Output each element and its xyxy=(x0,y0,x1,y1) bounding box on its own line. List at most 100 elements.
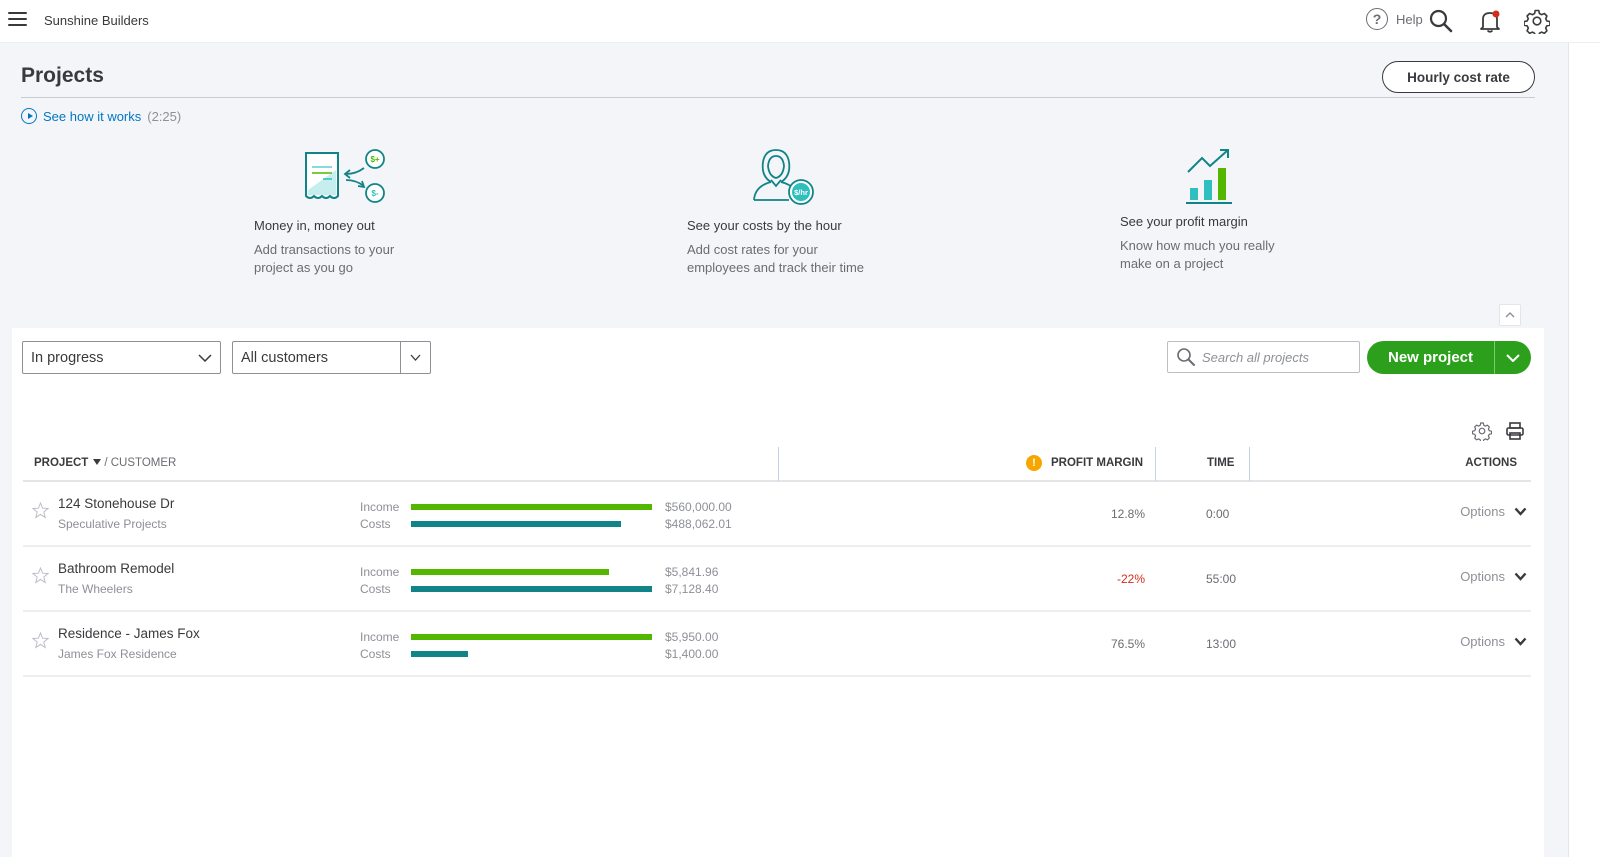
feature-money-in-out: $+ $- Money in, money out Add transactio… xyxy=(254,146,454,277)
top-bar: Sunshine Builders ? Help xyxy=(0,0,1600,43)
svg-text:$-: $- xyxy=(371,189,378,198)
chevron-down-icon xyxy=(1514,637,1527,646)
time-value: 55:00 xyxy=(1206,572,1237,586)
customer-name: The Wheelers xyxy=(58,582,133,596)
profit-margin-value: -22% xyxy=(1116,572,1145,586)
company-name: Sunshine Builders xyxy=(44,13,149,28)
income-bar xyxy=(411,504,652,510)
sort-descending-icon xyxy=(93,459,102,466)
income-label: Income xyxy=(360,565,400,579)
income-bar xyxy=(411,569,609,575)
status-filter-dropdown[interactable]: In progress xyxy=(22,341,221,374)
income-amount: $5,841.96 xyxy=(665,565,719,579)
favorite-star-icon[interactable] xyxy=(32,567,49,584)
options-label: Options xyxy=(1460,634,1505,649)
feature-profit-margin: See your profit margin Know how much you… xyxy=(1120,146,1320,273)
see-how-label: See how it works xyxy=(43,108,142,124)
income-label: Income xyxy=(360,630,400,644)
see-how-it-works-link[interactable]: See how it works (2:25) xyxy=(21,108,181,124)
options-dropdown[interactable]: Options xyxy=(1460,504,1527,519)
costs-amount: $1,400.00 xyxy=(665,647,719,661)
column-divider xyxy=(1155,447,1156,481)
chevron-down-icon xyxy=(1506,353,1520,362)
column-divider xyxy=(778,447,779,481)
profit-margin-value: 76.5% xyxy=(1110,637,1145,651)
cost-by-hour-icon: $/hr xyxy=(753,149,814,205)
favorite-star-icon[interactable] xyxy=(32,502,49,519)
side-panel-edge xyxy=(1568,43,1600,857)
table-settings-gear-icon[interactable] xyxy=(1472,421,1492,441)
income-bar xyxy=(411,634,652,640)
print-icon[interactable] xyxy=(1505,421,1525,441)
income-amount: $560,000.00 xyxy=(665,500,732,514)
feature-description: Know how much you really make on a proje… xyxy=(1120,238,1275,271)
project-name[interactable]: 124 Stonehouse Dr xyxy=(58,496,174,511)
chevron-down-icon xyxy=(1514,507,1527,516)
new-project-button[interactable]: New project xyxy=(1367,341,1494,374)
column-header-profit-margin[interactable]: ! PROFIT MARGIN xyxy=(1026,455,1143,471)
column-header-time[interactable]: TIME xyxy=(1207,457,1234,469)
options-dropdown[interactable]: Options xyxy=(1460,634,1527,649)
table-row[interactable]: Bathroom Remodel The Wheelers Income Cos… xyxy=(23,547,1531,612)
project-name[interactable]: Bathroom Remodel xyxy=(58,561,174,576)
new-project-menu-button[interactable] xyxy=(1494,341,1531,374)
column-header-actions: ACTIONS xyxy=(1465,457,1517,469)
chevron-down-icon[interactable] xyxy=(400,342,430,373)
costs-label: Costs xyxy=(360,582,391,596)
table-row[interactable]: Residence - James Fox James Fox Residenc… xyxy=(23,612,1531,677)
costs-bar xyxy=(411,521,621,527)
costs-bar xyxy=(411,586,652,592)
options-dropdown[interactable]: Options xyxy=(1460,569,1527,584)
customer-filter-dropdown[interactable]: All customers xyxy=(232,341,431,374)
feature-title: See your costs by the hour xyxy=(687,218,842,233)
customer-filter-value: All customers xyxy=(241,349,329,366)
table-header: PROJECT / CUSTOMER ! PROFIT MARGIN TIME AC… xyxy=(23,447,1531,482)
help-button[interactable]: ? Help xyxy=(1366,8,1423,30)
search-icon xyxy=(1177,348,1195,366)
search-icon[interactable] xyxy=(1428,8,1454,34)
project-name[interactable]: Residence - James Fox xyxy=(58,626,200,641)
help-icon: ? xyxy=(1366,8,1388,30)
status-filter-value: In progress xyxy=(31,349,104,366)
column-header-project[interactable]: PROJECT / CUSTOMER xyxy=(34,457,176,469)
help-label: Help xyxy=(1396,11,1423,27)
feature-description: Add cost rates for your employees and tr… xyxy=(687,242,865,275)
search-input[interactable] xyxy=(1202,349,1352,365)
video-duration: (2:25) xyxy=(147,108,182,124)
play-icon xyxy=(21,108,37,124)
time-value: 0:00 xyxy=(1206,507,1230,521)
money-in-out-icon: $+ $- xyxy=(305,149,385,203)
settings-gear-icon[interactable] xyxy=(1524,8,1550,34)
page-title: Projects xyxy=(21,64,104,87)
feature-title: See your profit margin xyxy=(1120,214,1248,229)
chevron-down-icon xyxy=(1514,572,1527,581)
hourly-cost-rate-button[interactable]: Hourly cost rate xyxy=(1382,61,1535,93)
column-divider xyxy=(1249,447,1250,481)
collapse-button[interactable] xyxy=(1499,304,1521,326)
svg-text:$+: $+ xyxy=(370,155,379,164)
notification-badge xyxy=(1492,10,1500,18)
costs-label: Costs xyxy=(360,647,391,661)
time-value: 13:00 xyxy=(1206,637,1237,651)
menu-icon[interactable] xyxy=(8,12,27,28)
customer-name: Speculative Projects xyxy=(58,517,167,531)
notification-bell-icon[interactable] xyxy=(1477,8,1503,34)
costs-amount: $488,062.01 xyxy=(665,517,732,531)
options-label: Options xyxy=(1460,569,1505,584)
chevron-down-icon xyxy=(190,342,220,373)
income-label: Income xyxy=(360,500,400,514)
page-scrollbar-track[interactable] xyxy=(1555,43,1568,857)
favorite-star-icon[interactable] xyxy=(32,632,49,649)
income-amount: $5,950.00 xyxy=(665,630,719,644)
options-label: Options xyxy=(1460,504,1505,519)
search-projects-field[interactable] xyxy=(1167,341,1360,373)
chevron-up-icon xyxy=(1505,312,1515,318)
new-project-split-button: New project xyxy=(1367,341,1531,374)
costs-bar xyxy=(411,651,468,657)
costs-amount: $7,128.40 xyxy=(665,582,719,596)
feature-title: Money in, money out xyxy=(254,218,375,233)
profit-margin-value: 12.8% xyxy=(1110,507,1145,521)
costs-label: Costs xyxy=(360,517,391,531)
table-row[interactable]: 124 Stonehouse Dr Speculative Projects I… xyxy=(23,482,1531,547)
warning-icon[interactable]: ! xyxy=(1026,455,1042,471)
